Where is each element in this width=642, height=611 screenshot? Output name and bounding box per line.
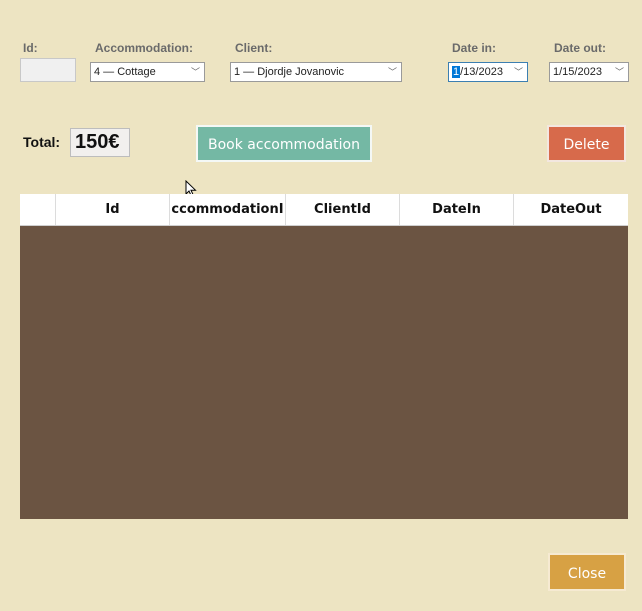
total-value: 150€ [70, 128, 130, 157]
column-header-date-in[interactable]: DateIn [400, 194, 514, 225]
total-label: Total: [23, 134, 61, 150]
column-header-accommodation-id[interactable]: ccommodationI [170, 194, 286, 225]
id-label: Id: [23, 41, 38, 55]
grid-header: Id ccommodationI ClientId DateIn DateOut [20, 194, 628, 226]
accommodation-select[interactable]: 4 — Cottage ﹀ [90, 62, 205, 82]
date-in-rest: /13/2023 [460, 66, 503, 78]
column-header-id[interactable]: Id [56, 194, 170, 225]
chevron-down-icon[interactable]: ﹀ [191, 63, 200, 81]
client-label: Client: [235, 41, 273, 55]
date-in-picker[interactable]: 1/13/2023 ﹀ [448, 62, 528, 82]
chevron-down-icon[interactable]: ﹀ [615, 63, 624, 81]
chevron-down-icon[interactable]: ﹀ [514, 63, 523, 81]
date-out-label: Date out: [554, 41, 606, 55]
client-select[interactable]: 1 — Djordje Jovanovic ﹀ [230, 62, 402, 82]
book-accommodation-button[interactable]: Book accommodation [196, 125, 372, 162]
close-button[interactable]: Close [548, 553, 626, 591]
delete-button[interactable]: Delete [547, 125, 626, 162]
date-in-label: Date in: [452, 41, 497, 55]
accommodation-label: Accommodation: [95, 41, 194, 55]
date-in-selected-part: 1 [452, 66, 461, 78]
accommodation-select-value: 4 — Cottage [94, 66, 156, 78]
bookings-grid[interactable]: Id ccommodationI ClientId DateIn DateOut [20, 194, 628, 519]
chevron-down-icon[interactable]: ﹀ [388, 63, 397, 81]
id-field[interactable] [20, 58, 76, 82]
row-header-corner [20, 194, 56, 225]
client-select-value: 1 — Djordje Jovanovic [234, 66, 345, 78]
date-out-value: 1/15/2023 [553, 66, 602, 78]
column-header-date-out[interactable]: DateOut [514, 194, 628, 225]
date-out-picker[interactable]: 1/15/2023 ﹀ [549, 62, 629, 82]
column-header-client-id[interactable]: ClientId [286, 194, 400, 225]
